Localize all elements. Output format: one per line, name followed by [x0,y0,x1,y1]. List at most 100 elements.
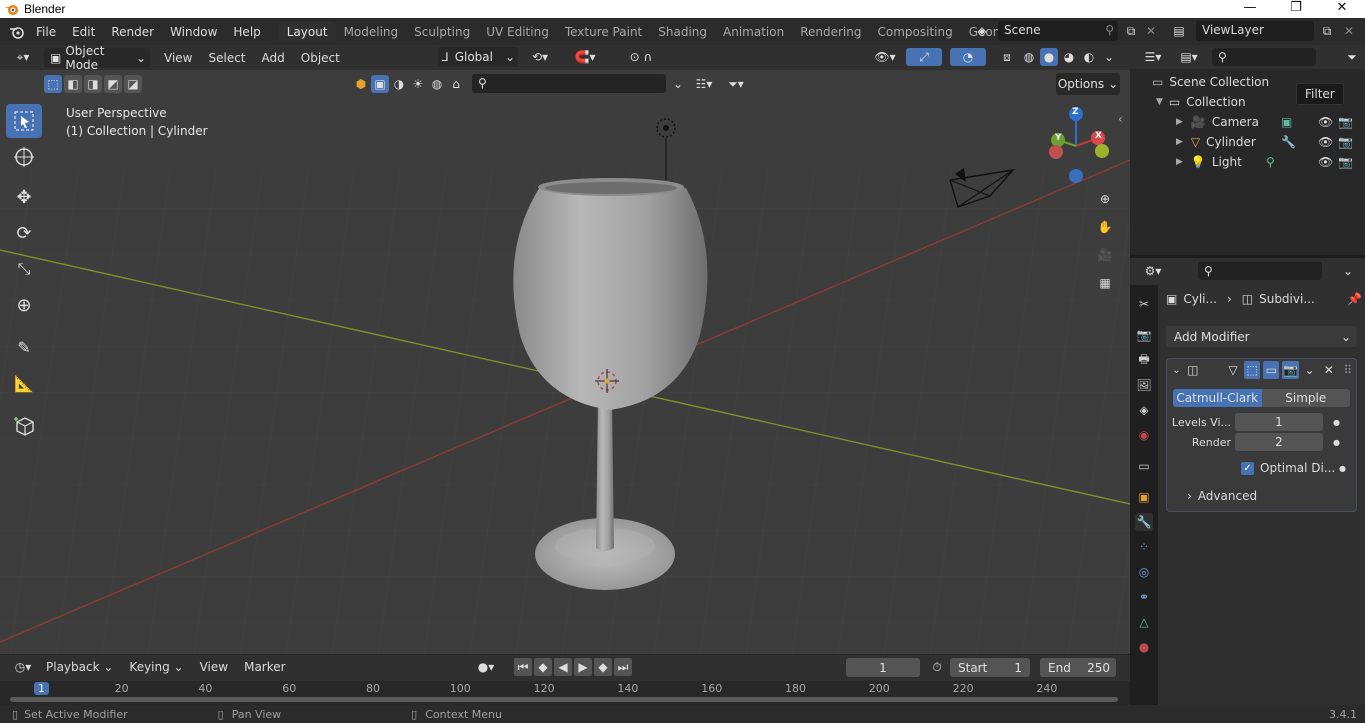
navigation-gizmo[interactable]: Z X Y [1040,104,1120,186]
add-modifier-dropdown[interactable]: Add Modifier ⌄ [1166,326,1357,347]
outliner-collection[interactable]: ▼ ▭ Collection [1156,92,1246,112]
annotate-tool[interactable]: ✎ [6,330,42,364]
play-reverse-icon[interactable]: ◀ [554,658,572,676]
timeline-editor-type-icon[interactable]: ◷▾ [8,658,38,676]
pin-icon[interactable]: 📌 [1347,292,1362,306]
keyframe-dot-icon[interactable]: ● [1333,438,1340,447]
sidebar-toggle-icon[interactable]: ‹ [1118,112,1123,126]
timeline-menu-marker[interactable]: Marker [236,660,293,674]
prev-keyframe-icon[interactable]: ◆ [534,658,552,676]
simple-button[interactable]: Simple [1261,389,1350,407]
view-layer-icon[interactable]: ▤ [1170,22,1188,40]
remove-view-layer-icon[interactable]: ✕ [1340,22,1358,40]
camera-view-icon[interactable]: 🎥 [1096,246,1114,264]
menu-file[interactable]: File [28,25,64,39]
orthographic-grid-icon[interactable]: ▦ [1096,274,1114,292]
glass-stem[interactable] [596,400,614,551]
vp-menu-view[interactable]: View [156,51,200,65]
stopwatch-icon[interactable]: ⏱ [928,658,946,676]
wrench-icon[interactable]: 🔧 [1281,135,1296,149]
timeline-menu-playback[interactable]: Playback ⌄ [38,660,121,674]
filter-dropdown-icon[interactable]: ⌄ [668,75,688,93]
sphere-filter-icon[interactable]: ◑ [390,75,408,93]
constraints-tab-icon[interactable]: ⚭ [1135,588,1153,606]
display-mode-icon[interactable]: ▤▾ [1174,48,1204,66]
view-layer-tab-icon[interactable]: 🖼 [1135,376,1153,394]
texture-filter-icon[interactable]: ⌂ [447,75,465,93]
physics-tab-icon[interactable]: ◎ [1135,563,1153,581]
next-keyframe-icon[interactable]: ◆ [594,658,612,676]
keyframe-dot-icon[interactable]: ● [1339,464,1346,473]
pin-icon[interactable]: ⚲ [1105,23,1114,37]
vp-menu-object[interactable]: Object [293,51,348,65]
select-extend-icon[interactable]: ◧ [64,75,82,93]
render-levels-field[interactable]: 2 [1235,433,1323,451]
outliner-search-input[interactable]: ⚲ [1212,48,1316,66]
visibility-icon[interactable]: 👁▾ [870,48,900,66]
tab-animation[interactable]: Animation [715,22,792,42]
render-camera-icon[interactable]: 📷 [1338,155,1353,169]
move-tool[interactable]: ✥ [6,180,42,214]
solid-shading-icon[interactable]: ● [1040,48,1058,66]
select-new-icon[interactable]: ⬚ [44,75,62,93]
current-frame-field[interactable]: 1 [846,658,920,677]
material-tab-icon[interactable]: ● [1135,638,1153,656]
render-toggle-icon[interactable]: 📷 [1282,361,1299,379]
proportional-edit-icon[interactable]: ⊙ ∩ [616,48,666,66]
rotate-tool[interactable]: ⟳ [6,216,42,250]
select-subtract-icon[interactable]: ◨ [84,75,102,93]
expand-arrow-icon[interactable]: ▶ [1176,157,1183,167]
wireframe-shading-icon[interactable]: ◍ [1020,48,1038,66]
outliner-item-camera[interactable]: ▶ 🎥 Camera ▣ 👁 📷 [1176,112,1361,132]
data-tab-icon[interactable]: △ [1135,613,1153,631]
collection-tab-icon[interactable]: ▭ [1135,457,1153,475]
end-frame-field[interactable]: End 250 [1040,658,1116,677]
camera-data-icon[interactable]: ▣ [1281,115,1292,129]
editor-type-icon[interactable]: ⌖▾ [8,49,38,67]
shading-options-icon[interactable]: ⌄ [1100,48,1118,66]
options-dropdown[interactable]: Options ⌄ [1056,73,1120,95]
zoom-icon[interactable]: ⊕ [1096,190,1114,208]
light-filter-icon[interactable]: ☀ [409,75,427,93]
minimize-button[interactable]: — [1227,0,1273,18]
jump-end-icon[interactable]: ⏭ [614,658,632,676]
eye-icon[interactable]: 👁 [1318,135,1333,149]
advanced-subpanel[interactable]: › Advanced [1167,487,1356,505]
tab-modeling[interactable]: Modeling [336,22,407,42]
modifier-tab-icon[interactable]: 🔧 [1135,513,1153,531]
close-icon[interactable]: ✕ [1321,361,1337,379]
view-layer-selector[interactable]: ViewLayer [1196,21,1314,41]
close-button[interactable]: ✕ [1319,0,1365,18]
tool-tab-icon[interactable]: ✂ [1135,295,1153,313]
overlay-toggle-icon[interactable]: ◔ [950,48,986,66]
world-filter-icon[interactable]: ◍ [428,75,446,93]
maximize-button[interactable]: ❐ [1273,0,1319,18]
outliner-item-cylinder[interactable]: ▶ ▽ Cylinder 🔧 👁 📷 [1176,132,1361,152]
add-cube-tool[interactable] [6,408,42,442]
catmull-clark-button[interactable]: Catmull-Clark [1173,389,1262,407]
menu-render[interactable]: Render [103,25,162,39]
viewport-search-input[interactable]: ⚲ [472,74,666,93]
light-data-icon[interactable]: ⚲ [1266,155,1275,169]
3d-viewport[interactable]: User Perspective (1) Collection | Cylind… [0,70,1130,654]
material-shading-icon[interactable]: ◕ [1060,48,1078,66]
scene-tab-icon[interactable]: ◈ [1135,401,1153,419]
collapse-arrow-icon[interactable]: ⌄ [1171,361,1182,379]
jump-start-icon[interactable]: ⏮ [514,658,532,676]
keyframe-dot-icon[interactable]: ● [1333,418,1340,427]
timeline-scrollbar[interactable] [10,697,1118,702]
particles-tab-icon[interactable]: ⁘ [1135,538,1153,556]
world-tab-icon[interactable]: ◉ [1135,426,1153,444]
menu-edit[interactable]: Edit [64,25,103,39]
render-tab-icon[interactable]: 📷 [1135,326,1153,344]
timeline-playhead[interactable]: 1 [34,682,49,695]
scale-tool[interactable]: ⤡ [6,252,42,286]
tab-layout[interactable]: Layout [278,21,336,42]
tab-sculpting[interactable]: Sculpting [406,22,478,42]
expand-arrow-icon[interactable]: ▶ [1176,137,1183,147]
select-invert-icon[interactable]: ◩ [104,75,122,93]
scene-selector[interactable]: Scene ⚲ [998,21,1118,41]
start-frame-field[interactable]: Start 1 [950,658,1030,677]
new-view-layer-icon[interactable]: ⧉ [1318,22,1336,40]
scene-icon[interactable]: ◈ [973,22,991,40]
